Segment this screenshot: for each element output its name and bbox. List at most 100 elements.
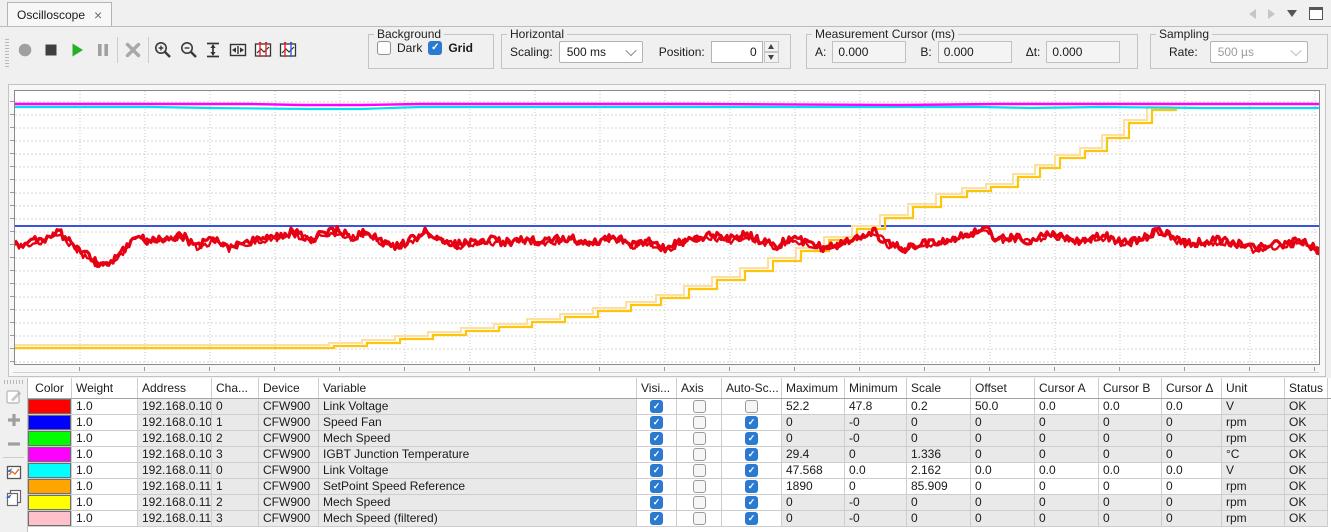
cursor-chart-red-button[interactable] bbox=[252, 39, 274, 61]
cell-visi[interactable] bbox=[637, 479, 677, 495]
cell-visi[interactable] bbox=[637, 463, 677, 479]
cell-cursor_delta[interactable]: 0 bbox=[1162, 479, 1222, 495]
cell-scale[interactable]: 0 bbox=[907, 495, 971, 511]
remove-channel-button[interactable] bbox=[3, 433, 25, 455]
cell-offset[interactable]: 50.0 bbox=[971, 399, 1035, 415]
cell-axis[interactable] bbox=[677, 399, 722, 415]
chevron-down-icon[interactable] bbox=[1287, 10, 1297, 17]
cell-cursor_delta[interactable]: 0.0 bbox=[1162, 399, 1222, 415]
cell-cursor_b[interactable]: 0 bbox=[1099, 447, 1162, 463]
close-icon[interactable]: × bbox=[94, 9, 102, 21]
column-header-cursor_delta[interactable]: Cursor Δ bbox=[1162, 378, 1222, 398]
cell-visi[interactable] bbox=[637, 447, 677, 463]
channel-toolbar-drag-handle[interactable] bbox=[4, 380, 24, 384]
cell-weight[interactable]: 1.0 bbox=[72, 479, 138, 495]
cell-minimum[interactable]: -0 bbox=[845, 415, 907, 431]
add-channel-button[interactable] bbox=[3, 409, 25, 431]
position-decrement-button[interactable] bbox=[764, 52, 779, 63]
axis-checkbox[interactable] bbox=[693, 432, 706, 445]
visi-checkbox[interactable] bbox=[650, 416, 663, 429]
cell-scale[interactable]: 0.2 bbox=[907, 399, 971, 415]
column-header-device[interactable]: Device bbox=[259, 378, 319, 398]
cell-cursor_b[interactable]: 0.0 bbox=[1099, 463, 1162, 479]
cell-auto[interactable] bbox=[722, 399, 782, 415]
cell-scale[interactable]: 0 bbox=[907, 431, 971, 447]
cell-scale[interactable]: 2.162 bbox=[907, 463, 971, 479]
cell-minimum[interactable]: 0 bbox=[845, 479, 907, 495]
cell-cursor_b[interactable]: 0 bbox=[1099, 511, 1162, 527]
cell-cursor_delta[interactable]: 0 bbox=[1162, 415, 1222, 431]
column-header-cha[interactable]: Cha... bbox=[212, 378, 259, 398]
position-spinner[interactable]: 0 bbox=[711, 41, 779, 63]
cell-weight[interactable]: 1.0 bbox=[72, 431, 138, 447]
column-header-status[interactable]: Status bbox=[1285, 378, 1328, 398]
axis-checkbox[interactable] bbox=[693, 416, 706, 429]
cell-cursor_delta[interactable]: 0.0 bbox=[1162, 463, 1222, 479]
cell-cursor_a[interactable]: 0 bbox=[1035, 431, 1099, 447]
auto-checkbox[interactable] bbox=[745, 432, 758, 445]
cell-color[interactable] bbox=[28, 399, 72, 415]
cell-color[interactable] bbox=[28, 511, 72, 527]
delete-button[interactable] bbox=[122, 39, 144, 61]
cell-color[interactable] bbox=[28, 415, 72, 431]
chevron-right-icon[interactable] bbox=[1268, 9, 1275, 19]
column-header-unit[interactable]: Unit bbox=[1222, 378, 1285, 398]
cell-color[interactable] bbox=[28, 463, 72, 479]
cell-axis[interactable] bbox=[677, 479, 722, 495]
column-header-offset[interactable]: Offset bbox=[971, 378, 1035, 398]
cell-auto[interactable] bbox=[722, 495, 782, 511]
cell-minimum[interactable]: 0.0 bbox=[845, 463, 907, 479]
visi-checkbox[interactable] bbox=[650, 512, 663, 525]
cell-axis[interactable] bbox=[677, 511, 722, 527]
cell-weight[interactable]: 1.0 bbox=[72, 399, 138, 415]
cell-maximum[interactable]: 1890 bbox=[782, 479, 845, 495]
column-header-address[interactable]: Address bbox=[138, 378, 212, 398]
cell-auto[interactable] bbox=[722, 447, 782, 463]
cell-weight[interactable]: 1.0 bbox=[72, 447, 138, 463]
cell-cursor_a[interactable]: 0 bbox=[1035, 479, 1099, 495]
cell-cursor_a[interactable]: 0.0 bbox=[1035, 463, 1099, 479]
axis-checkbox[interactable] bbox=[693, 480, 706, 493]
column-header-weight[interactable]: Weight bbox=[72, 378, 138, 398]
cell-maximum[interactable]: 0 bbox=[782, 511, 845, 527]
column-header-scale[interactable]: Scale bbox=[907, 378, 971, 398]
cell-cursor_a[interactable]: 0.0 bbox=[1035, 399, 1099, 415]
cell-color[interactable] bbox=[28, 479, 72, 495]
auto-checkbox[interactable] bbox=[745, 480, 758, 493]
cell-axis[interactable] bbox=[677, 495, 722, 511]
cell-color[interactable] bbox=[28, 495, 72, 511]
column-header-visi[interactable]: Visi... bbox=[637, 378, 677, 398]
play-button[interactable] bbox=[66, 39, 88, 61]
cell-minimum[interactable]: -0 bbox=[845, 431, 907, 447]
visi-checkbox[interactable] bbox=[650, 480, 663, 493]
tab-oscilloscope[interactable]: Oscilloscope × bbox=[7, 2, 112, 26]
visi-checkbox[interactable] bbox=[650, 432, 663, 445]
auto-checkbox[interactable] bbox=[745, 400, 758, 413]
auto-checkbox[interactable] bbox=[745, 496, 758, 509]
cell-scale[interactable]: 85.909 bbox=[907, 479, 971, 495]
plot-area[interactable] bbox=[14, 90, 1320, 365]
auto-checkbox[interactable] bbox=[745, 512, 758, 525]
visi-checkbox[interactable] bbox=[650, 496, 663, 509]
cell-auto[interactable] bbox=[722, 479, 782, 495]
maximize-icon[interactable] bbox=[1309, 7, 1323, 20]
cell-minimum[interactable]: 0 bbox=[845, 447, 907, 463]
cell-maximum[interactable]: 47.568 bbox=[782, 463, 845, 479]
cell-axis[interactable] bbox=[677, 415, 722, 431]
cell-cursor_delta[interactable]: 0 bbox=[1162, 495, 1222, 511]
cell-visi[interactable] bbox=[637, 431, 677, 447]
cell-minimum[interactable]: 47.8 bbox=[845, 399, 907, 415]
grid-checkbox[interactable] bbox=[428, 41, 442, 55]
cursor-dt-field[interactable]: 0.000 bbox=[1046, 41, 1120, 63]
column-header-auto[interactable]: Auto-Sc... bbox=[722, 378, 782, 398]
auto-checkbox[interactable] bbox=[745, 464, 758, 477]
cell-weight[interactable]: 1.0 bbox=[72, 463, 138, 479]
column-header-axis[interactable]: Axis bbox=[677, 378, 722, 398]
cell-cursor_b[interactable]: 0.0 bbox=[1099, 399, 1162, 415]
cell-offset[interactable]: 0.0 bbox=[971, 463, 1035, 479]
cell-maximum[interactable]: 29.4 bbox=[782, 447, 845, 463]
cell-maximum[interactable]: 0 bbox=[782, 495, 845, 511]
zoom-in-button[interactable] bbox=[152, 39, 174, 61]
cursor-a-field[interactable]: 0.000 bbox=[832, 41, 906, 63]
fit-horizontal-button[interactable] bbox=[227, 39, 249, 61]
